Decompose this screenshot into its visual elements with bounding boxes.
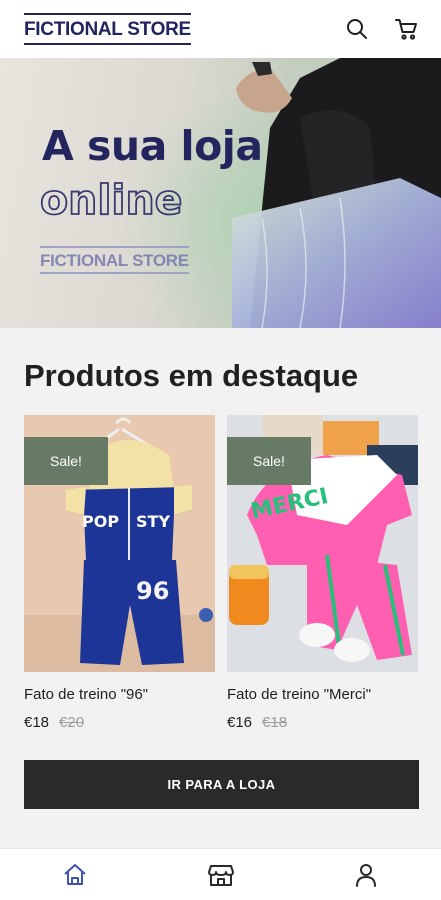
product-image[interactable]: MERCI Sale! xyxy=(227,415,418,672)
price-row: €18 €20 xyxy=(24,714,215,731)
home-icon[interactable] xyxy=(60,860,90,890)
account-icon[interactable] xyxy=(351,860,381,890)
current-price: €18 xyxy=(24,714,50,731)
price-row: €16 €18 xyxy=(227,714,418,731)
hero-subtitle: online xyxy=(39,175,183,225)
app-header: FICTIONAL STORE xyxy=(0,0,441,58)
current-price: €16 xyxy=(227,714,253,731)
store-icon[interactable] xyxy=(206,860,236,890)
sale-badge: Sale! xyxy=(227,437,311,485)
svg-text:96: 96 xyxy=(136,577,169,605)
sale-badge: Sale! xyxy=(24,437,108,485)
section-title: Produtos em destaque xyxy=(24,358,359,393)
featured-section: Produtos em destaque POP STY 96 Sale! Fa… xyxy=(0,328,441,848)
header-actions xyxy=(343,15,421,43)
store-logo[interactable]: FICTIONAL STORE xyxy=(24,13,191,45)
hero-logo: FICTIONAL STORE xyxy=(40,246,189,274)
product-card[interactable]: POP STY 96 Sale! Fato de treino "96" €18… xyxy=(24,415,215,731)
go-to-store-button[interactable]: IR PARA A LOJA xyxy=(24,760,419,809)
hero-title: A sua loja xyxy=(42,122,263,170)
svg-text:STY: STY xyxy=(136,512,170,531)
product-image[interactable]: POP STY 96 Sale! xyxy=(24,415,215,672)
svg-text:POP: POP xyxy=(82,512,119,531)
cart-icon[interactable] xyxy=(393,15,421,43)
product-name[interactable]: Fato de treino "96" xyxy=(24,686,215,703)
product-card[interactable]: MERCI Sale! Fato de treino "Merci" €16 €… xyxy=(227,415,418,731)
bottom-nav xyxy=(0,848,441,900)
original-price: €18 xyxy=(262,714,288,731)
search-icon[interactable] xyxy=(343,15,371,43)
hero-banner: A sua loja online FICTIONAL STORE xyxy=(0,58,441,328)
original-price: €20 xyxy=(59,714,85,731)
product-name[interactable]: Fato de treino "Merci" xyxy=(227,686,418,703)
